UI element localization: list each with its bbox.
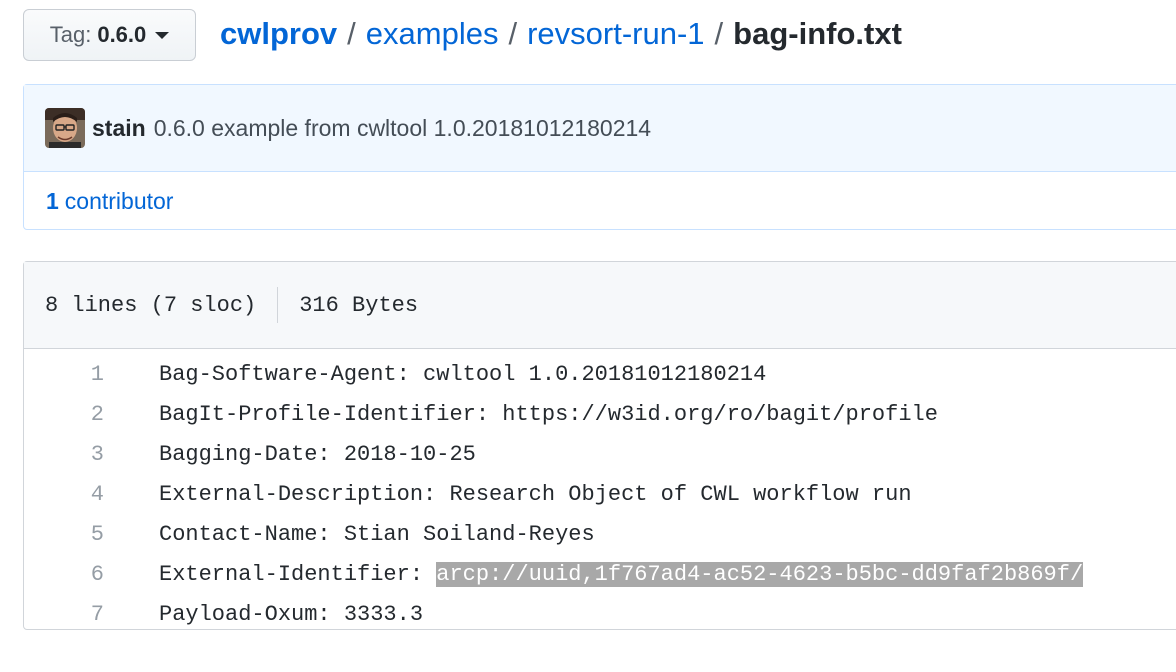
page: Tag: 0.6.0 cwlprov / examples / revsort-run-… bbox=[0, 0, 1176, 672]
file-info-divider bbox=[277, 287, 279, 323]
file-box: 8 lines (7 sloc) 316 Bytes 1 Bag-Softwar… bbox=[23, 261, 1176, 630]
line-number[interactable]: 5 bbox=[24, 522, 159, 547]
breadcrumb-separator: / bbox=[508, 16, 518, 51]
line-number[interactable]: 6 bbox=[24, 562, 159, 587]
line-text: Bagging-Date: 2018-10-25 bbox=[159, 441, 476, 467]
code-line: 1 Bag-Software-Agent: cwltool 1.0.201810… bbox=[24, 354, 1176, 394]
breadcrumb: cwlprov / examples / revsort-run-1 / bag-info.… bbox=[220, 12, 902, 56]
file-info-header: 8 lines (7 sloc) 316 Bytes bbox=[24, 262, 1176, 349]
line-text: BagIt-Profile-Identifier: https://w3id.o… bbox=[159, 401, 938, 427]
code-line: 4 External-Description: Research Object … bbox=[24, 474, 1176, 514]
avatar[interactable] bbox=[45, 108, 85, 148]
selected-text: arcp://uuid,1f767ad4-ac52-4623-b5bc-dd9f… bbox=[436, 561, 1084, 587]
contributor-label: contributor bbox=[64, 187, 174, 214]
code-line: 7 Payload-Oxum: 3333.3 bbox=[24, 594, 1176, 634]
breadcrumb-current-file: bag-info.txt bbox=[733, 16, 902, 51]
contributor-count: 1 bbox=[46, 187, 59, 214]
line-text: External-Description: Research Object of… bbox=[159, 481, 912, 507]
breadcrumb-separator: / bbox=[347, 16, 356, 51]
contributors-link[interactable]: 1 contributor bbox=[24, 172, 1176, 230]
file-size: 316 Bytes bbox=[299, 292, 419, 318]
breadcrumb-separator: / bbox=[714, 16, 724, 51]
line-text-key: External-Identifier: bbox=[159, 561, 437, 587]
commit-box: stain 0.6.0 example from cwltool 1.0.201… bbox=[23, 84, 1176, 230]
line-number[interactable]: 3 bbox=[24, 442, 159, 467]
line-text: Contact-Name: Stian Soiland-Reyes bbox=[159, 521, 595, 547]
commit-author[interactable]: stain bbox=[92, 115, 146, 142]
tag-selector-button[interactable]: Tag: 0.6.0 bbox=[23, 9, 196, 61]
code-line: 2 BagIt-Profile-Identifier: https://w3id… bbox=[24, 394, 1176, 434]
tag-value: 0.6.0 bbox=[97, 22, 147, 47]
caret-down-icon bbox=[155, 31, 170, 39]
tag-prefix: Tag: bbox=[49, 22, 92, 47]
commit-message[interactable]: 0.6.0 example from cwltool 1.0.201810121… bbox=[154, 115, 651, 142]
avatar-image bbox=[45, 108, 85, 148]
code-line: 3 Bagging-Date: 2018-10-25 bbox=[24, 434, 1176, 474]
line-number[interactable]: 4 bbox=[24, 482, 159, 507]
code-view: 1 Bag-Software-Agent: cwltool 1.0.201810… bbox=[24, 349, 1176, 634]
breadcrumb-run-link[interactable]: revsort-run-1 bbox=[527, 16, 704, 51]
line-number[interactable]: 1 bbox=[24, 362, 159, 387]
latest-commit: stain 0.6.0 example from cwltool 1.0.201… bbox=[24, 85, 1176, 172]
breadcrumb-examples-link[interactable]: examples bbox=[366, 16, 499, 51]
breadcrumb-repo-link[interactable]: cwlprov bbox=[220, 16, 337, 51]
line-text: Bag-Software-Agent: cwltool 1.0.20181012… bbox=[159, 361, 767, 387]
code-line: 6 External-Identifier: arcp://uuid,1f767… bbox=[24, 554, 1176, 594]
file-line-count: 8 lines (7 sloc) bbox=[45, 292, 257, 318]
line-number[interactable]: 2 bbox=[24, 402, 159, 427]
line-text: Payload-Oxum: 3333.3 bbox=[159, 601, 424, 627]
code-line: 5 Contact-Name: Stian Soiland-Reyes bbox=[24, 514, 1176, 554]
line-text: External-Identifier: arcp://uuid,1f767ad… bbox=[159, 561, 1084, 587]
line-number[interactable]: 7 bbox=[24, 602, 159, 627]
